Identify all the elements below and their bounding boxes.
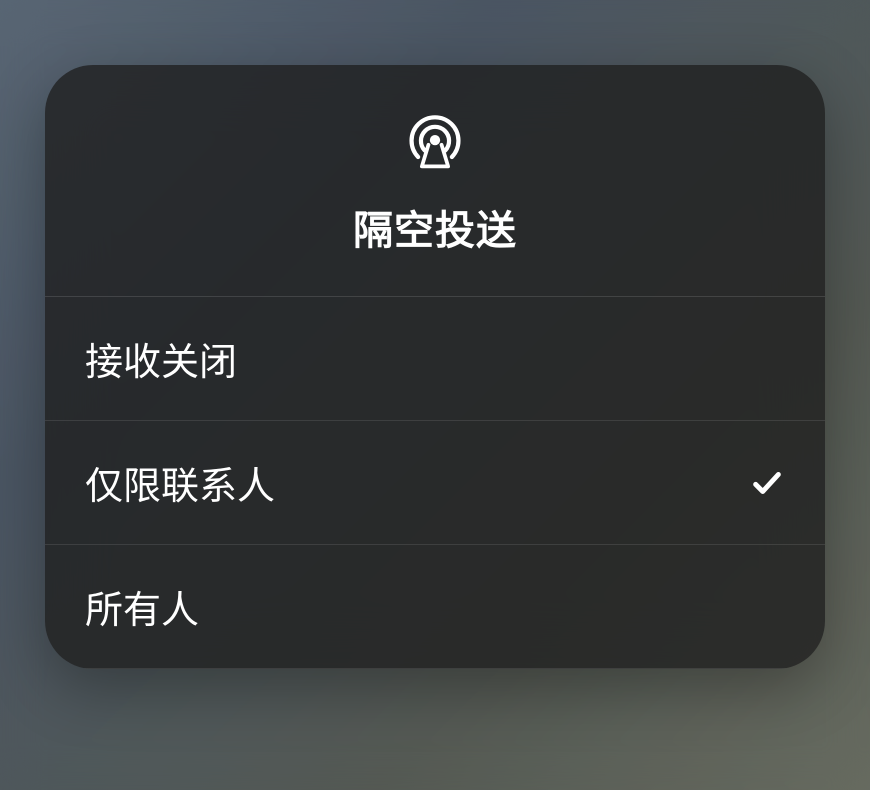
airdrop-icon bbox=[403, 110, 467, 174]
option-contacts-only[interactable]: 仅限联系人 bbox=[45, 421, 825, 545]
panel-title: 隔空投送 bbox=[353, 198, 517, 256]
option-label: 接收关闭 bbox=[85, 331, 237, 386]
option-label: 所有人 bbox=[85, 579, 199, 634]
checkmark-icon bbox=[749, 465, 785, 501]
airdrop-settings-panel: 隔空投送 接收关闭 仅限联系人 所有人 bbox=[45, 65, 825, 669]
options-list: 接收关闭 仅限联系人 所有人 bbox=[45, 296, 825, 669]
panel-header: 隔空投送 bbox=[45, 65, 825, 296]
option-receiving-off[interactable]: 接收关闭 bbox=[45, 297, 825, 421]
option-label: 仅限联系人 bbox=[85, 455, 275, 510]
option-everyone[interactable]: 所有人 bbox=[45, 545, 825, 669]
